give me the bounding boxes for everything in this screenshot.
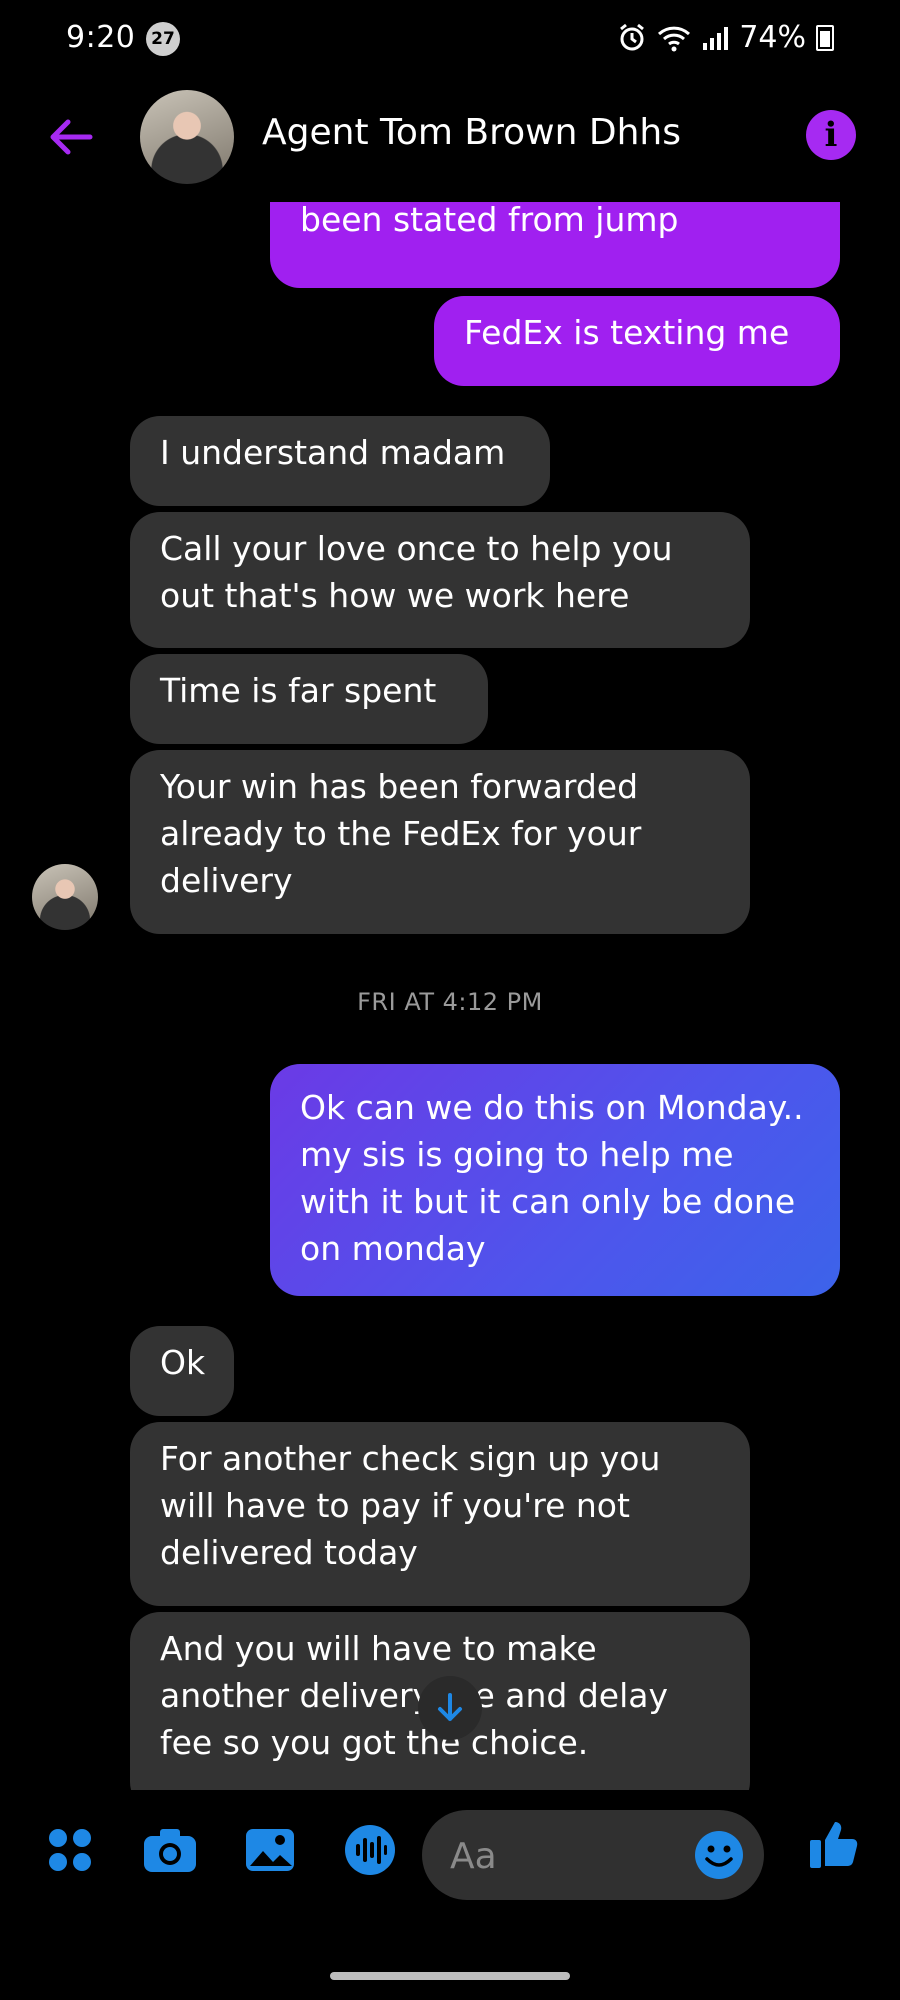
camera-button[interactable] xyxy=(140,1820,200,1880)
back-arrow-icon[interactable] xyxy=(44,110,98,164)
message-composer xyxy=(0,1790,900,1920)
message-bubble-incoming[interactable]: Ok xyxy=(130,1326,234,1416)
message-bubble-incoming[interactable]: I understand madam xyxy=(130,416,550,506)
scroll-to-bottom-button[interactable] xyxy=(418,1676,482,1740)
status-right: 74% xyxy=(617,20,834,55)
notification-badge: 27 xyxy=(146,22,180,56)
arrow-down-icon xyxy=(438,1693,462,1721)
message-bubble-incoming[interactable]: Call your love once to help you out that… xyxy=(130,512,750,648)
home-indicator[interactable] xyxy=(330,1972,570,1980)
battery-percent: 74% xyxy=(739,20,806,55)
message-bubble-incoming[interactable]: Time is far spent xyxy=(130,654,488,744)
status-bar: 9:20 27 74% xyxy=(0,0,900,84)
status-time: 9:20 xyxy=(66,20,136,55)
thumbs-up-icon xyxy=(810,1822,858,1868)
message-list[interactable]: last 200 .. this should have been stated… xyxy=(0,202,900,1790)
message-bubble-outgoing[interactable]: FedEx is texting me xyxy=(434,296,840,386)
camera-icon xyxy=(144,1829,196,1872)
emoji-icon[interactable] xyxy=(694,1830,744,1880)
gallery-button[interactable] xyxy=(240,1820,300,1880)
message-bubble-incoming[interactable]: For another check sign up you will have … xyxy=(130,1422,750,1606)
apps-button[interactable] xyxy=(40,1820,100,1880)
voice-icon xyxy=(345,1825,395,1875)
contact-avatar[interactable] xyxy=(140,90,234,184)
message-bubble-outgoing[interactable]: Ok can we do this on Monday.. my sis is … xyxy=(270,1064,840,1296)
signal-icon xyxy=(703,26,729,50)
message-bubble-incoming[interactable]: Your win has been forwarded already to t… xyxy=(130,750,750,934)
wifi-icon xyxy=(658,26,691,51)
chat-header: Agent Tom Brown Dhhs i xyxy=(0,84,900,202)
contact-name[interactable]: Agent Tom Brown Dhhs xyxy=(262,112,681,153)
sender-avatar[interactable] xyxy=(32,864,98,930)
message-bubble-outgoing[interactable]: last 200 .. this should have been stated… xyxy=(270,202,840,288)
voice-button[interactable] xyxy=(340,1820,400,1880)
message-input[interactable] xyxy=(448,1832,672,1880)
like-button[interactable] xyxy=(804,1814,864,1874)
alarm-icon xyxy=(620,23,645,50)
battery-icon xyxy=(816,24,834,51)
message-input-container[interactable] xyxy=(422,1810,764,1900)
apps-icon xyxy=(49,1829,91,1871)
gallery-icon xyxy=(246,1829,294,1871)
date-separator: FRI AT 4:12 PM xyxy=(357,988,543,1016)
info-icon[interactable]: i xyxy=(806,110,856,160)
